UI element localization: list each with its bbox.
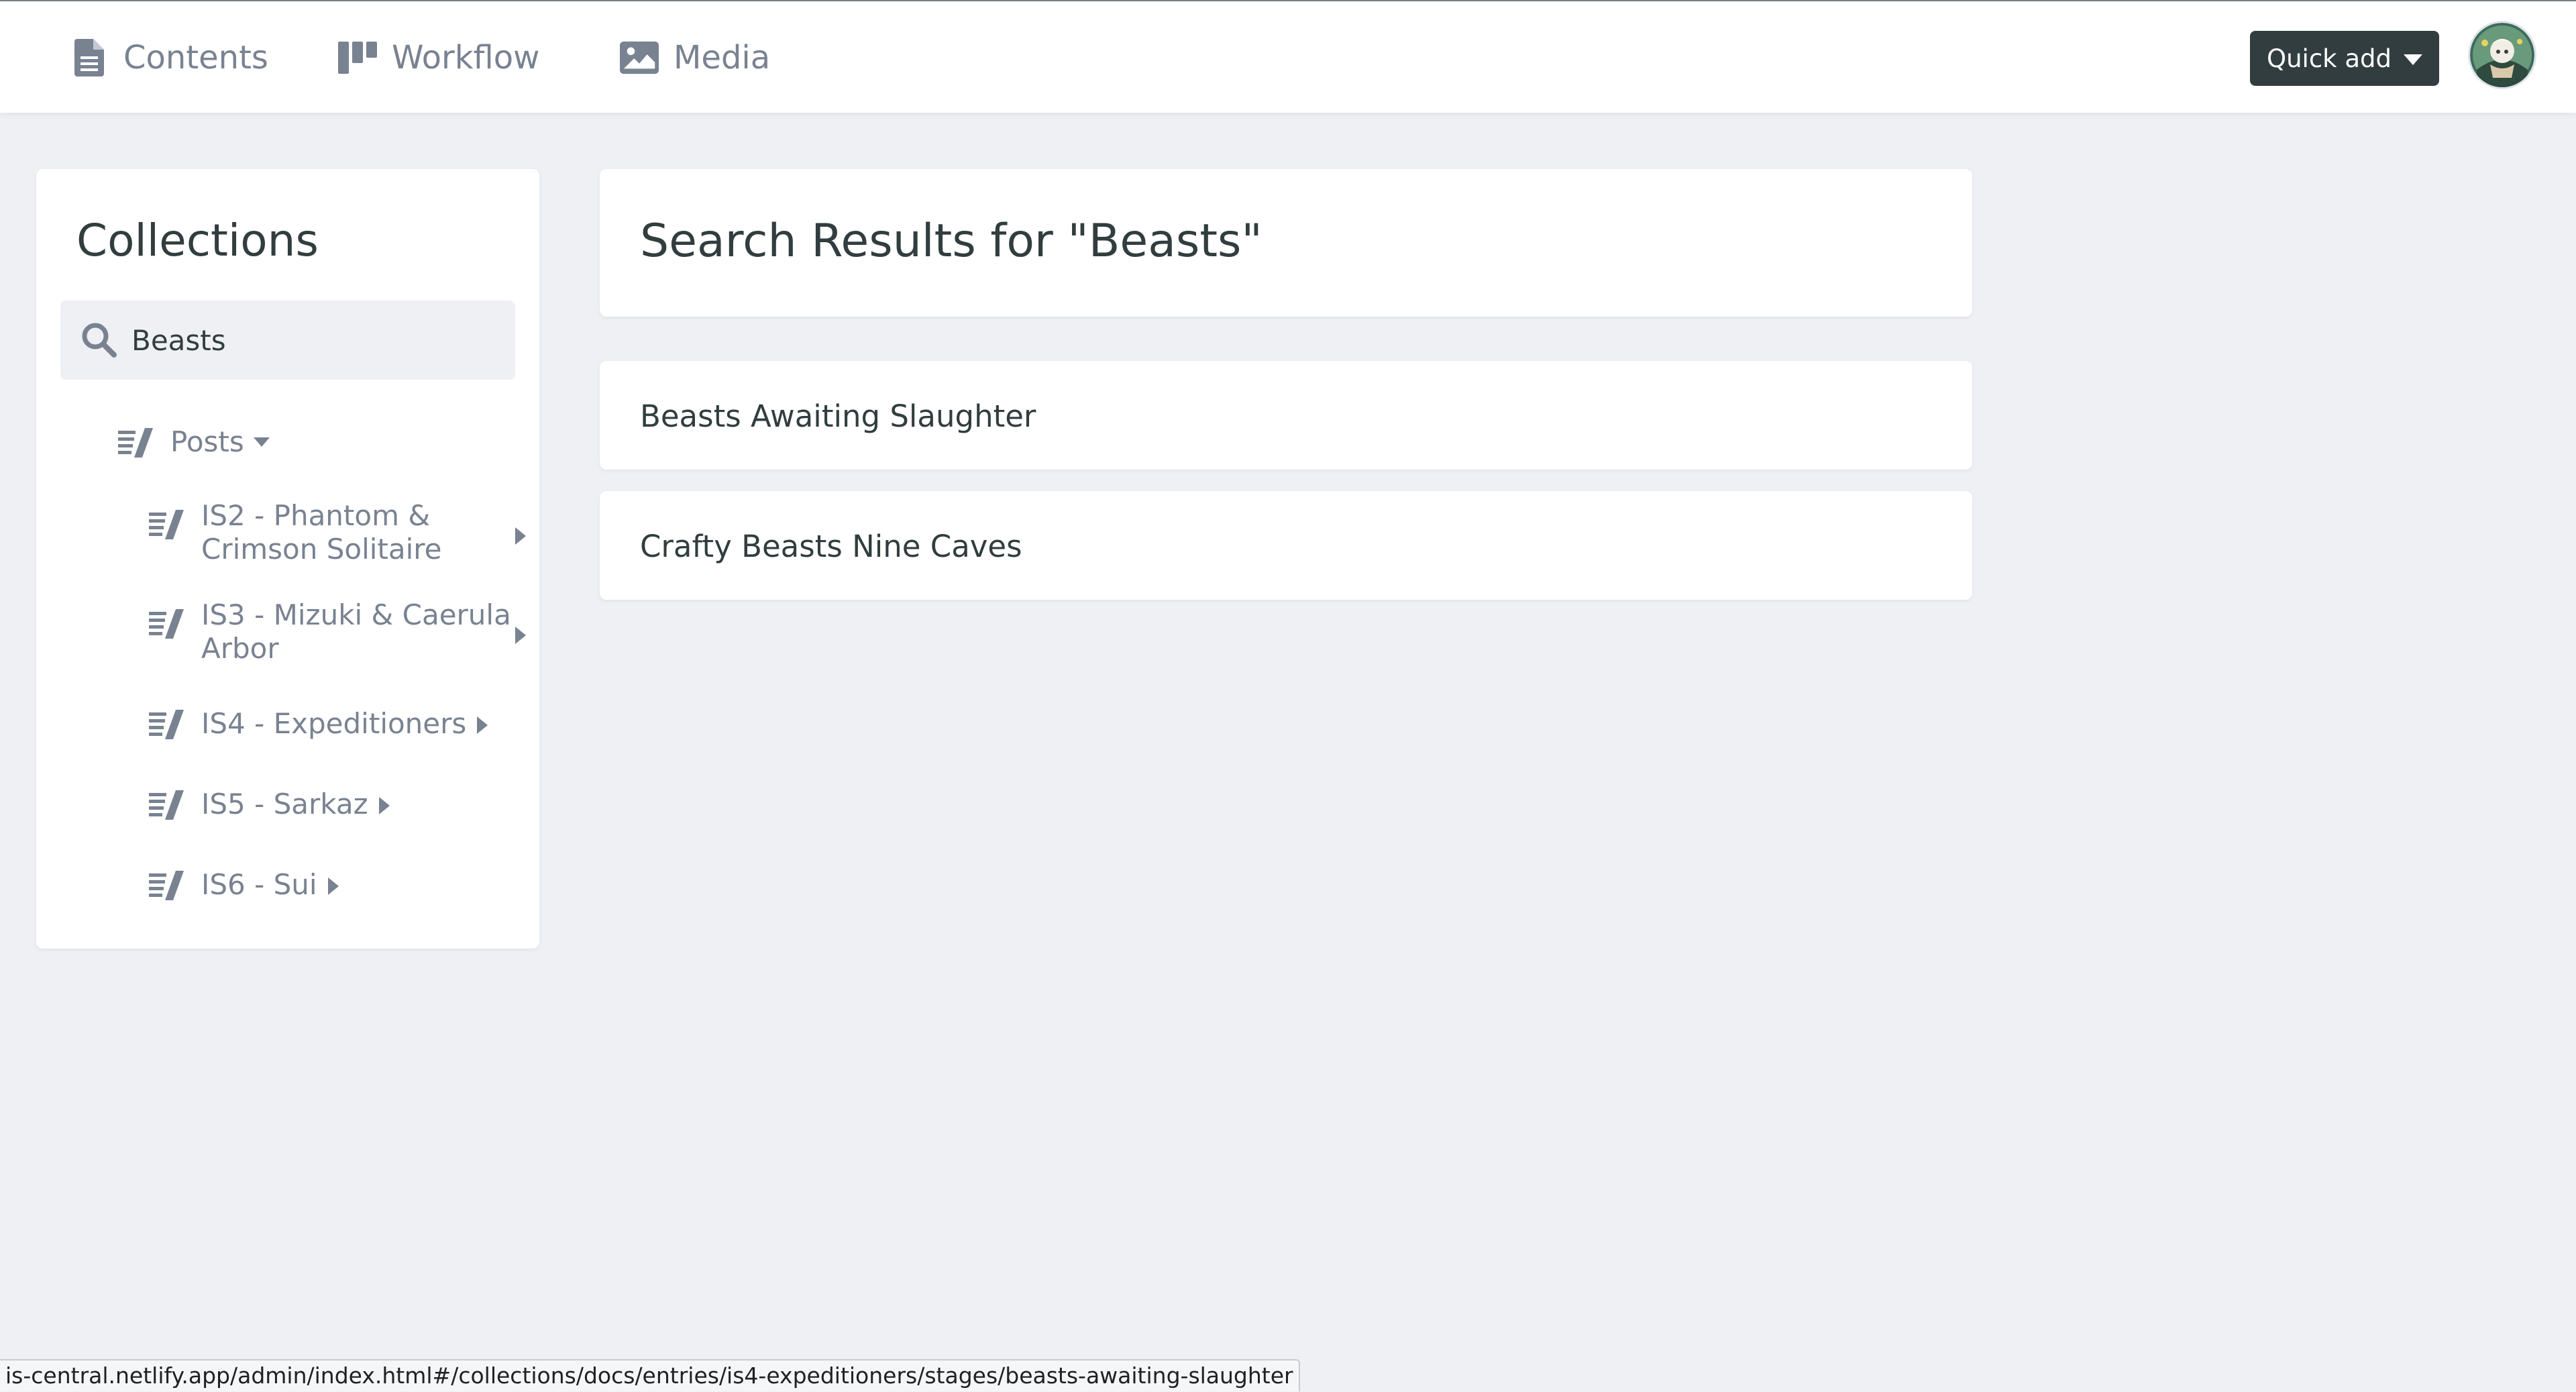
- sidebar-item-is4[interactable]: IS4 - Expeditioners: [149, 707, 488, 741]
- sidebar-title: Collections: [76, 215, 319, 266]
- caret-right-icon: [327, 877, 339, 895]
- caret-right-icon: [515, 627, 526, 644]
- caret-right-icon: [477, 716, 488, 734]
- kanban-icon: [338, 38, 377, 77]
- posts-collection-icon: [118, 428, 153, 458]
- collection-icon: [149, 609, 184, 639]
- sidebar-item-is6[interactable]: IS6 - Sui: [149, 868, 339, 902]
- search-result-label: Crafty Beasts Nine Caves: [640, 529, 1022, 564]
- sidebar-item-is3-label: IS3 - Mizuki & Caerula Arbor: [201, 598, 511, 665]
- search-results-header: Search Results for "Beasts": [600, 169, 1972, 317]
- image-icon: [620, 38, 659, 77]
- sidebar-item-is3[interactable]: IS3 - Mizuki & Caerula Arbor: [149, 598, 530, 665]
- search-result-label: Beasts Awaiting Slaughter: [640, 398, 1036, 434]
- quick-add-label: Quick add: [2266, 44, 2392, 73]
- sidebar-item-is2-label: IS2 - Phantom & Crimson Solitaire: [201, 499, 442, 566]
- collection-icon: [149, 510, 184, 539]
- search-result-item[interactable]: Beasts Awaiting Slaughter: [600, 361, 1972, 470]
- sidebar-item-is5[interactable]: IS5 - Sarkaz: [149, 788, 390, 821]
- search-icon: [82, 323, 117, 358]
- nav-contents-label: Contents: [123, 39, 268, 76]
- collection-icon: [149, 871, 184, 900]
- avatar-image: [2470, 23, 2534, 87]
- top-navigation-bar: Contents Workflow Media Quick add: [0, 0, 2576, 113]
- quick-add-button[interactable]: Quick add: [2250, 31, 2439, 86]
- caret-right-icon: [378, 797, 390, 814]
- collections-sidebar: Collections Posts IS2 - Phantom & Crimso…: [36, 169, 539, 949]
- avatar[interactable]: [2470, 23, 2534, 87]
- collection-icon: [149, 710, 184, 739]
- search-result-item[interactable]: Crafty Beasts Nine Caves: [600, 491, 1972, 600]
- sidebar-item-is5-label: IS5 - Sarkaz: [201, 788, 368, 820]
- sidebar-item-is2[interactable]: IS2 - Phantom & Crimson Solitaire: [149, 499, 530, 566]
- nav-contents[interactable]: Contents: [70, 34, 268, 82]
- collections-search[interactable]: [60, 301, 515, 380]
- nav-media-label: Media: [674, 39, 771, 76]
- sidebar-item-posts-label: Posts: [170, 425, 244, 458]
- sidebar-item-posts[interactable]: Posts: [118, 425, 270, 459]
- caret-right-icon: [515, 527, 526, 545]
- collection-icon: [149, 790, 184, 820]
- nav-workflow-label: Workflow: [392, 39, 540, 76]
- sidebar-item-is4-label: IS4 - Expeditioners: [201, 707, 467, 740]
- sidebar-item-is6-label: IS6 - Sui: [201, 868, 317, 901]
- caret-down-icon: [2404, 54, 2423, 65]
- nav-workflow[interactable]: Workflow: [338, 34, 539, 82]
- browser-status-url: is-central.netlify.app/admin/index.html#…: [0, 1359, 1300, 1391]
- nav-media[interactable]: Media: [620, 34, 770, 82]
- caret-down-icon: [253, 437, 270, 447]
- search-input[interactable]: [131, 323, 507, 357]
- document-icon: [70, 38, 109, 77]
- page-title: Search Results for "Beasts": [640, 215, 1263, 268]
